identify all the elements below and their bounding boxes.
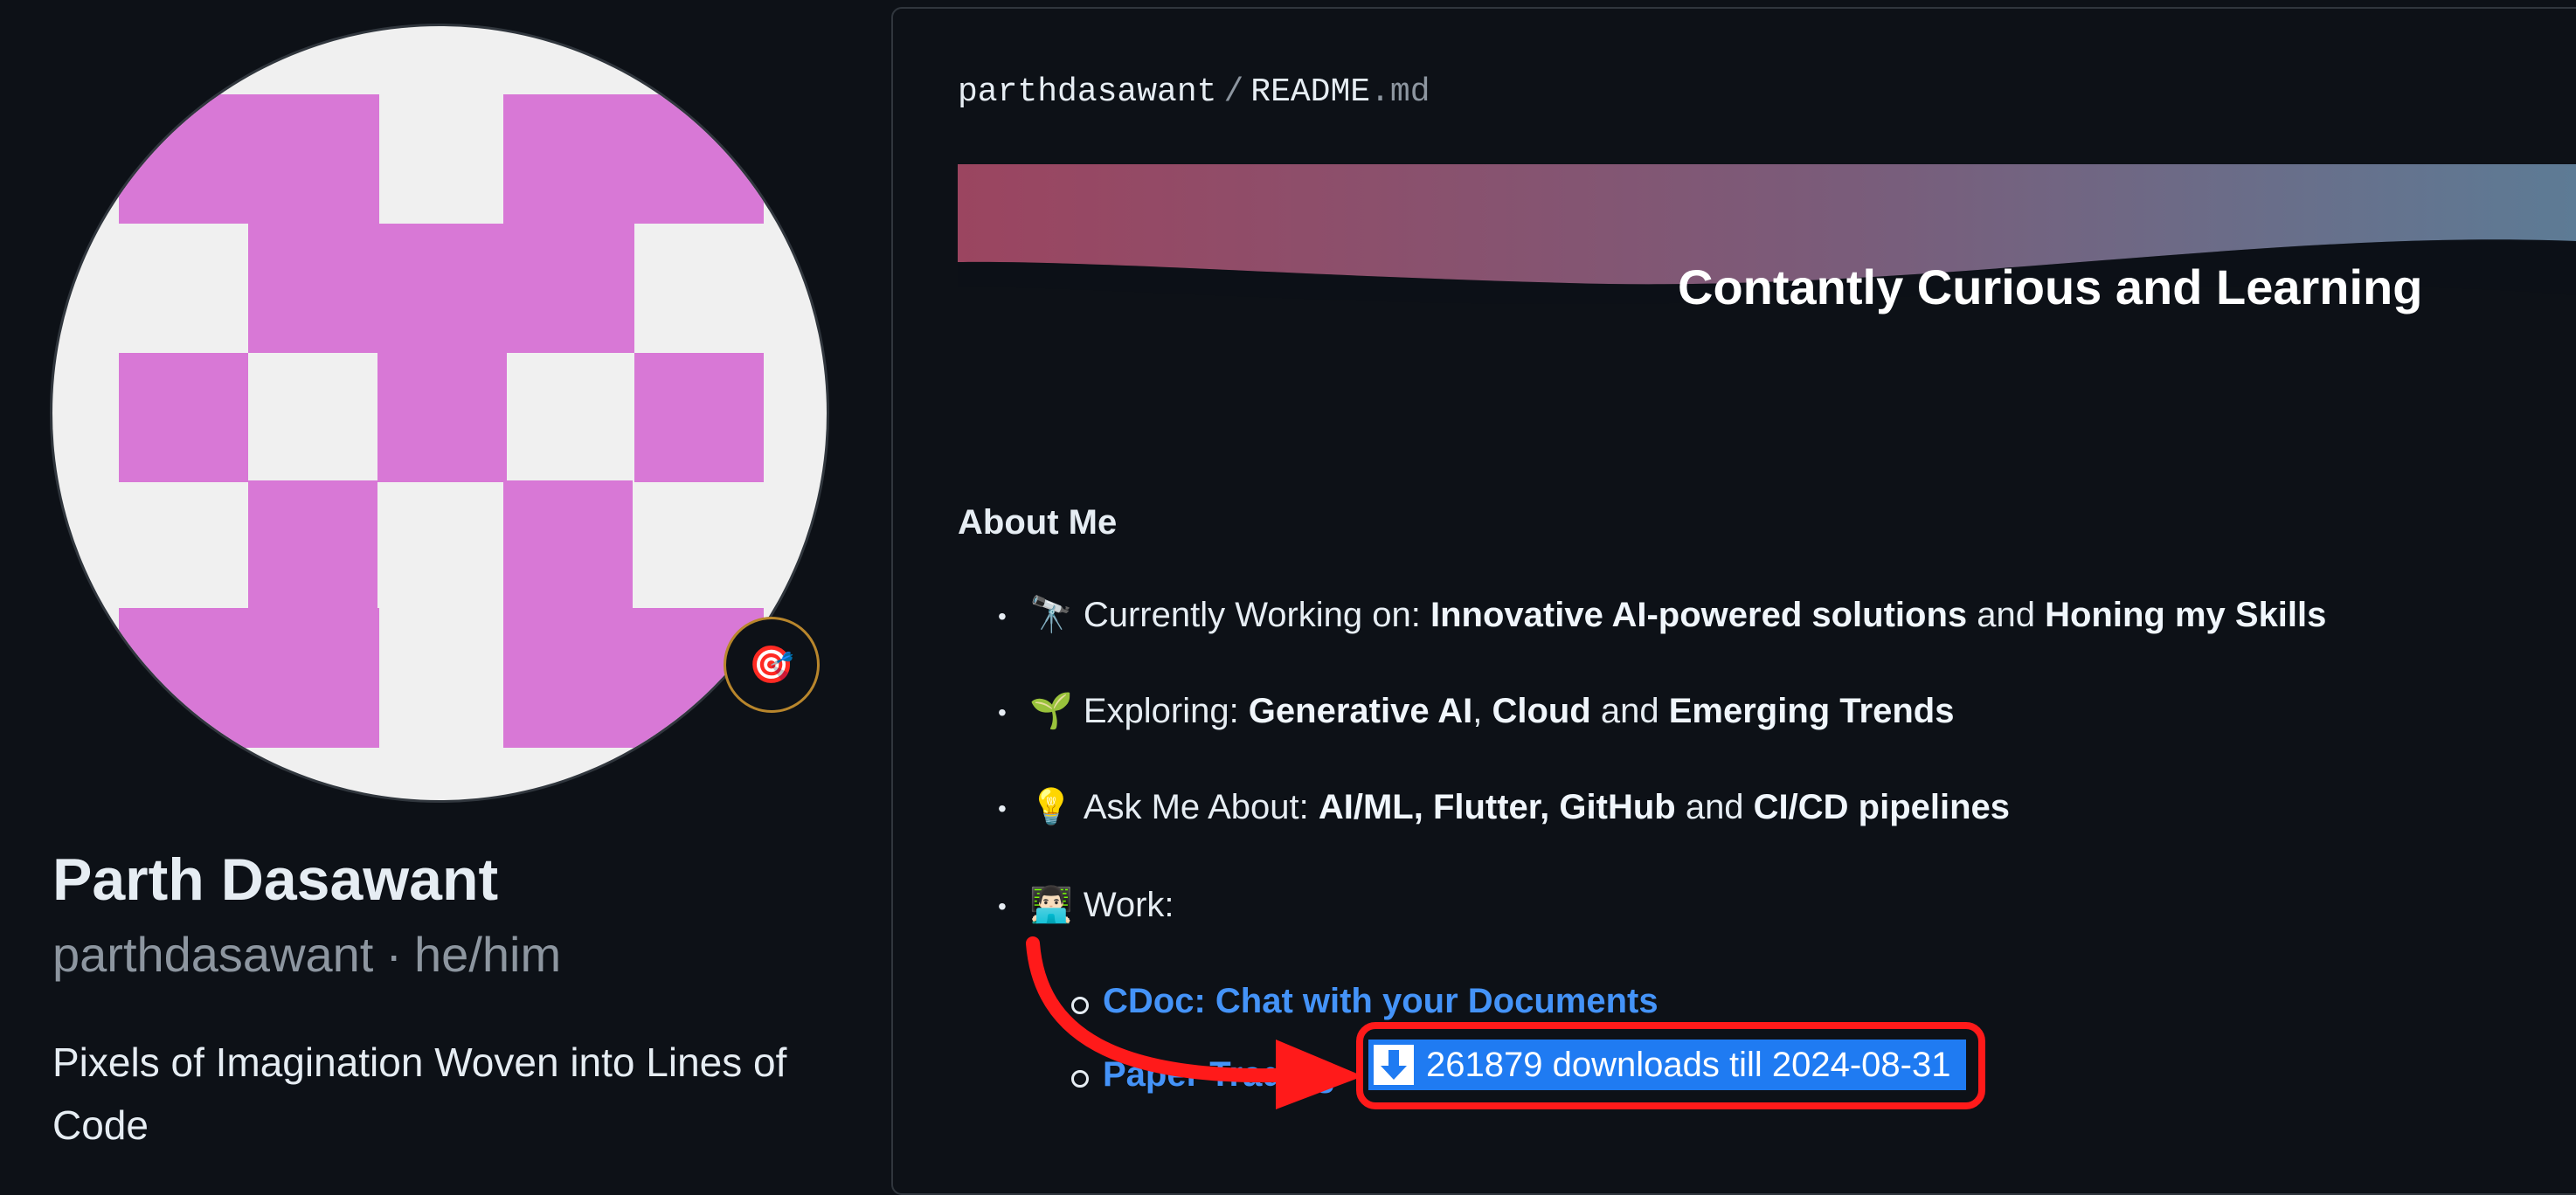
list-item: • 💡 Ask Me About: AI/ML, Flutter, GitHub a…: [998, 788, 2011, 826]
profile-pronouns: he/him: [414, 927, 562, 982]
telescope-icon: 🔭: [1029, 596, 1073, 634]
avatar[interactable]: [52, 26, 827, 800]
identicon-cell: [248, 224, 634, 353]
profile-login-line: parthdasawant · he/him: [52, 926, 561, 983]
profile-name: Parth Dasawant: [52, 846, 499, 913]
annotation-arrow: [1026, 936, 1363, 1109]
identicon-cell: [503, 94, 764, 224]
profile-bio: Pixels of Imagination Woven into Lines o…: [52, 1040, 787, 1148]
path-separator: /: [1223, 73, 1244, 111]
readme-owner-link[interactable]: parthdasawant: [958, 73, 1216, 111]
technologist-icon: 👨🏻‍💻: [1029, 886, 1073, 924]
target-icon: 🎯: [748, 643, 795, 685]
list-item: • 👨🏻‍💻 Work:: [998, 886, 1174, 924]
avatar-container[interactable]: 🎯: [52, 26, 830, 804]
identicon-cell: [119, 608, 379, 748]
identicon-cell: [119, 353, 248, 482]
bullet: •: [998, 893, 1007, 921]
identicon-cell: [119, 94, 379, 224]
separator: ·: [385, 927, 403, 982]
bullet: •: [998, 603, 1007, 631]
identicon-cell: [634, 353, 764, 482]
profile-username: parthdasawant: [52, 927, 374, 982]
identicon-cell: [377, 353, 507, 482]
lightbulb-icon: 💡: [1029, 788, 1073, 826]
seedling-icon: 🌱: [1029, 692, 1073, 730]
readme-filename-link[interactable]: README.md: [1250, 73, 1430, 111]
identicon-cell: [248, 480, 377, 610]
list-item: • 🌱 Exploring: Generative AI, Cloud and Em…: [998, 692, 1955, 730]
readme-breadcrumb: parthdasawant / README.md: [958, 73, 1430, 111]
identicon-cell: [503, 480, 633, 610]
annotation-highlight-box: [1356, 1022, 1985, 1109]
banner-title: Contantly Curious and Learning: [1678, 259, 2423, 314]
bullet: •: [998, 699, 1007, 727]
status-emoji-button[interactable]: 🎯: [724, 617, 820, 713]
about-me-heading: About Me: [958, 503, 1118, 542]
bullet: •: [998, 795, 1007, 823]
list-item: • 🔭 Currently Working on: Innovative AI-po…: [998, 596, 2327, 634]
